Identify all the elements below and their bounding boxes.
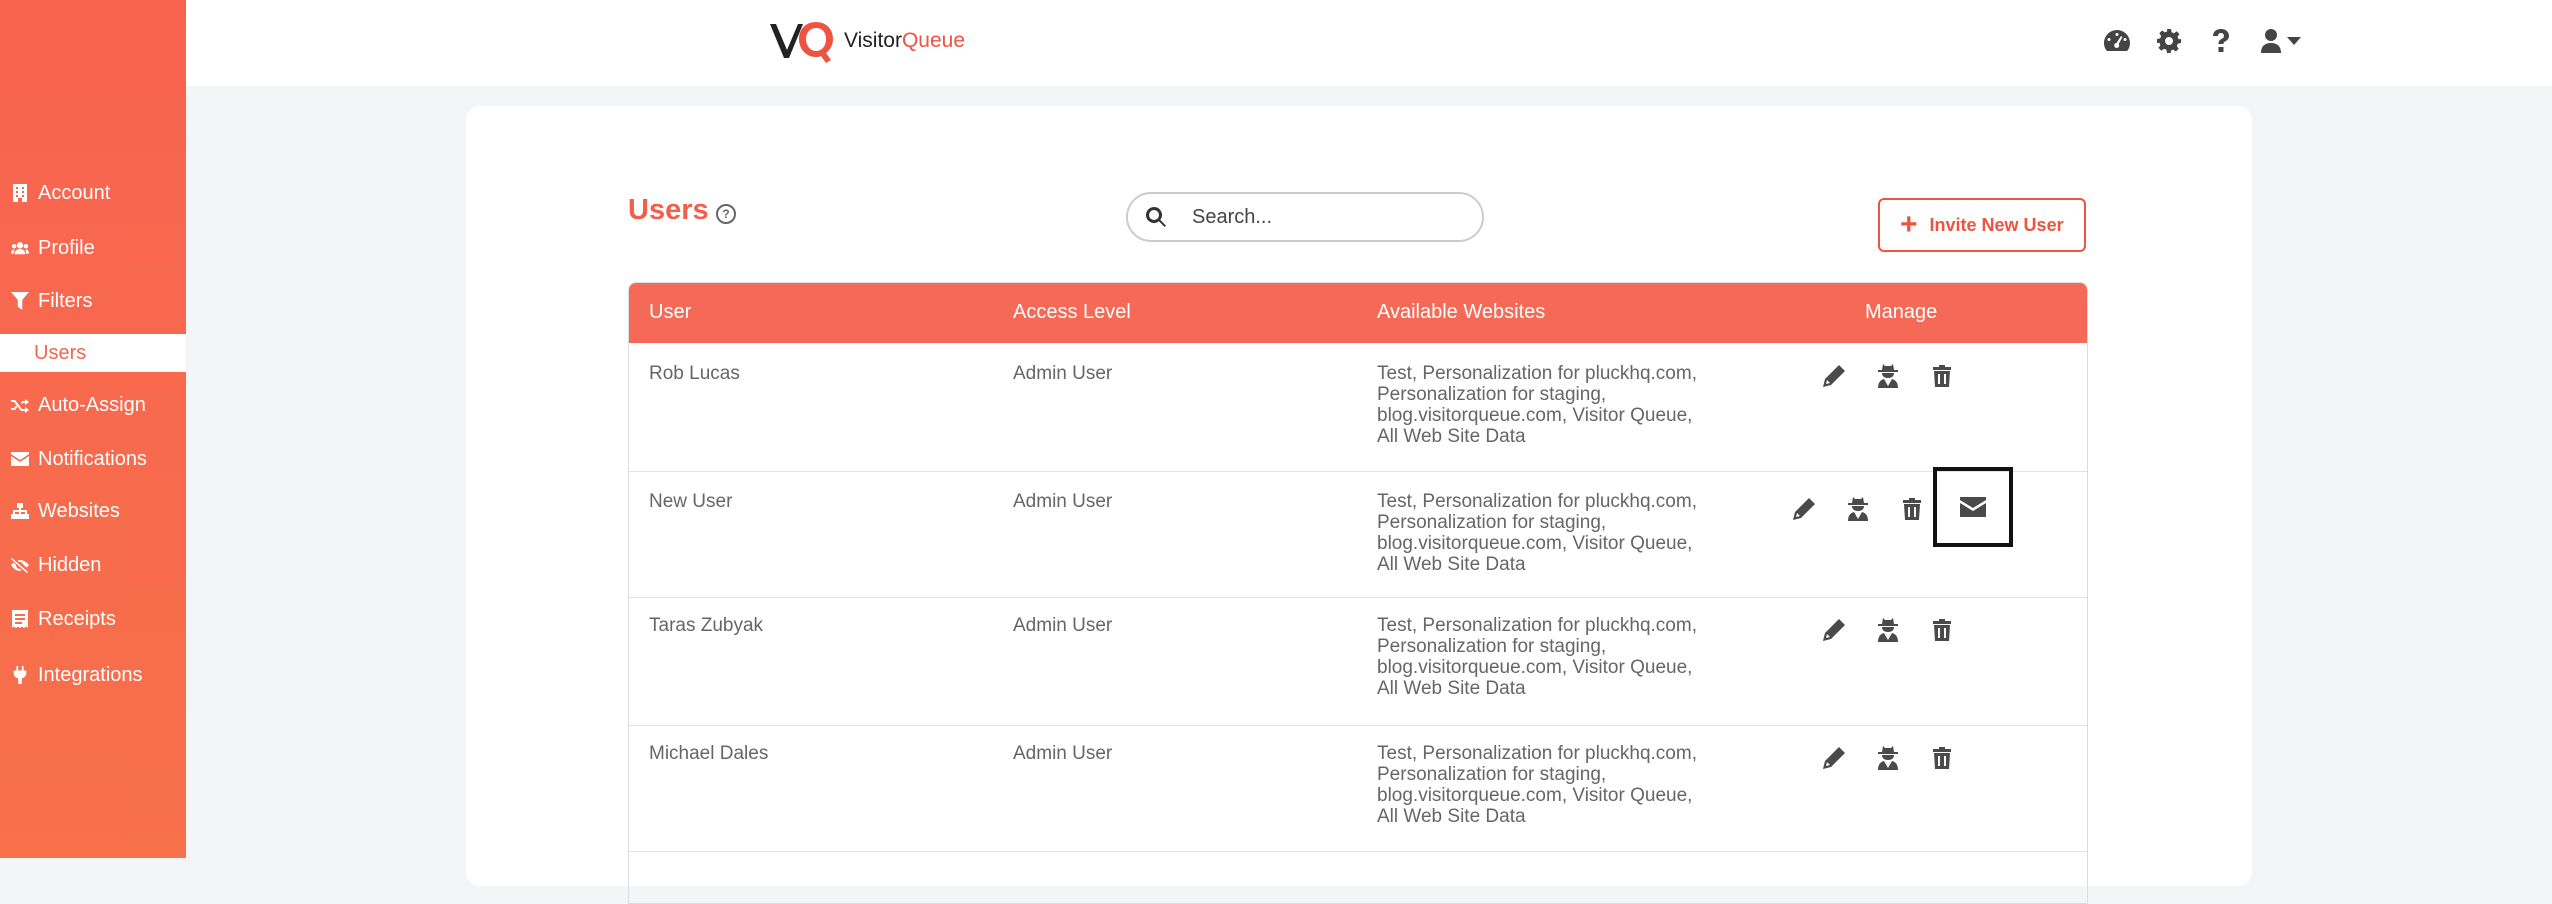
sidebar-item-receipts[interactable]: Receipts (0, 599, 186, 639)
table-row: Rob Lucas Admin User Test, Personalizati… (629, 343, 2087, 472)
users-table: User Access Level Available Websites Man… (628, 282, 2088, 904)
sidebar-item-hidden[interactable]: Hidden (0, 545, 186, 585)
sidebar-item-notifications[interactable]: Notifications (0, 439, 186, 479)
sidebar: Account Profile Filters Users Auto-Assig… (0, 0, 186, 858)
receipt-icon (10, 609, 30, 629)
sidebar-item-label: Auto-Assign (38, 393, 146, 416)
edit-pencil-icon[interactable] (1821, 363, 1847, 389)
sidebar-item-websites[interactable]: Websites (0, 491, 186, 531)
trash-icon[interactable] (1899, 496, 1925, 522)
table-row: New User Admin User Test, Personalizatio… (629, 467, 2087, 598)
table-header: User Access Level Available Websites Man… (629, 283, 2087, 343)
sidebar-item-label: Filters (38, 289, 93, 312)
column-header-manage: Manage (1865, 301, 1938, 323)
visitor-queue-logo[interactable]: VisitorQueue (770, 18, 965, 64)
edit-pencil-icon[interactable] (1821, 745, 1847, 771)
access-level: Admin User (1013, 743, 1113, 764)
envelope-icon (1960, 497, 1986, 517)
sidebar-item-label: Hidden (38, 553, 102, 576)
sidebar-item-account[interactable]: Account (0, 173, 186, 213)
logo-wordmark: VisitorQueue (844, 29, 966, 52)
sidebar-item-integrations[interactable]: Integrations (0, 655, 186, 695)
access-level: Admin User (1013, 363, 1113, 384)
column-header-available-websites[interactable]: Available Websites (1377, 301, 1545, 324)
gear-icon[interactable] (2154, 26, 2184, 56)
user-secret-icon[interactable] (1845, 496, 1871, 522)
user-secret-icon[interactable] (1875, 363, 1901, 389)
sidebar-item-auto-assign[interactable]: Auto-Assign (0, 385, 186, 425)
access-level: Admin User (1013, 491, 1113, 512)
column-header-user[interactable]: User (649, 301, 691, 324)
available-websites: Test, Personalization for pluckhq.com, P… (1377, 743, 1697, 827)
user-name: New User (649, 491, 733, 512)
plus-icon: + (1900, 208, 1918, 241)
users-icon (10, 238, 30, 258)
top-icons (2102, 26, 2326, 56)
user-name: Taras Zubyak (649, 615, 764, 636)
user-menu-icon[interactable] (2258, 26, 2304, 56)
column-header-access-level[interactable]: Access Level (1013, 301, 1131, 324)
sidebar-item-label: Receipts (38, 607, 116, 630)
vq-logo-mark (770, 22, 833, 63)
available-websites: Test, Personalization for pluckhq.com, P… (1377, 615, 1697, 699)
top-bar: VisitorQueue (186, 0, 2552, 86)
chevron-down-icon (2287, 37, 2301, 45)
shuffle-icon (10, 395, 30, 415)
edit-pencil-icon[interactable] (1821, 617, 1847, 643)
page-title: Users (628, 194, 709, 226)
sidebar-item-label: Integrations (38, 663, 143, 686)
main-card: Users ? + Invite New User User Access Le… (466, 106, 2252, 904)
table-row: Taras Zubyak Admin User Test, Personaliz… (629, 597, 2087, 726)
sidebar-item-label: Notifications (38, 447, 147, 470)
access-level: Admin User (1013, 615, 1113, 636)
sidebar-item-filters[interactable]: Filters (0, 281, 186, 321)
sidebar-item-label: Account (38, 181, 111, 204)
row-actions (1791, 467, 2013, 547)
sidebar-item-label: Profile (38, 236, 95, 259)
resend-invite-button[interactable] (1933, 467, 2013, 547)
user-secret-icon[interactable] (1875, 745, 1901, 771)
search-input[interactable] (1190, 204, 1464, 230)
user-name: Rob Lucas (649, 363, 740, 384)
row-actions (1821, 363, 1983, 389)
row-actions (1821, 745, 1983, 771)
sidebar-item-profile[interactable]: Profile (0, 228, 186, 268)
plug-icon (10, 665, 30, 685)
invite-button-label: Invite New User (1929, 214, 2064, 235)
help-circle-icon[interactable]: ? (716, 204, 736, 224)
search-box[interactable] (1126, 192, 1484, 242)
user-secret-icon[interactable] (1875, 617, 1901, 643)
sidebar-item-label: Websites (38, 499, 120, 522)
search-icon (1146, 206, 1168, 228)
help-question-icon[interactable] (2206, 26, 2236, 56)
edit-pencil-icon[interactable] (1791, 496, 1817, 522)
filter-icon (10, 291, 30, 311)
sitemap-icon (10, 501, 30, 521)
available-websites: Test, Personalization for pluckhq.com, P… (1377, 491, 1697, 575)
row-actions (1821, 617, 1983, 643)
envelope-icon (10, 449, 30, 469)
sidebar-item-label: Users (34, 341, 87, 364)
table-row: Michael Dales Admin User Test, Personali… (629, 725, 2087, 852)
trash-icon[interactable] (1929, 363, 1955, 389)
trash-icon[interactable] (1929, 617, 1955, 643)
dashboard-icon[interactable] (2102, 26, 2132, 56)
invite-new-user-button[interactable]: + Invite New User (1878, 198, 2086, 252)
available-websites: Test, Personalization for pluckhq.com, P… (1377, 363, 1697, 447)
eye-slash-icon (10, 555, 30, 575)
building-icon (10, 183, 30, 203)
user-name: Michael Dales (649, 743, 769, 764)
trash-icon[interactable] (1929, 745, 1955, 771)
sidebar-item-users[interactable]: Users (0, 334, 186, 372)
